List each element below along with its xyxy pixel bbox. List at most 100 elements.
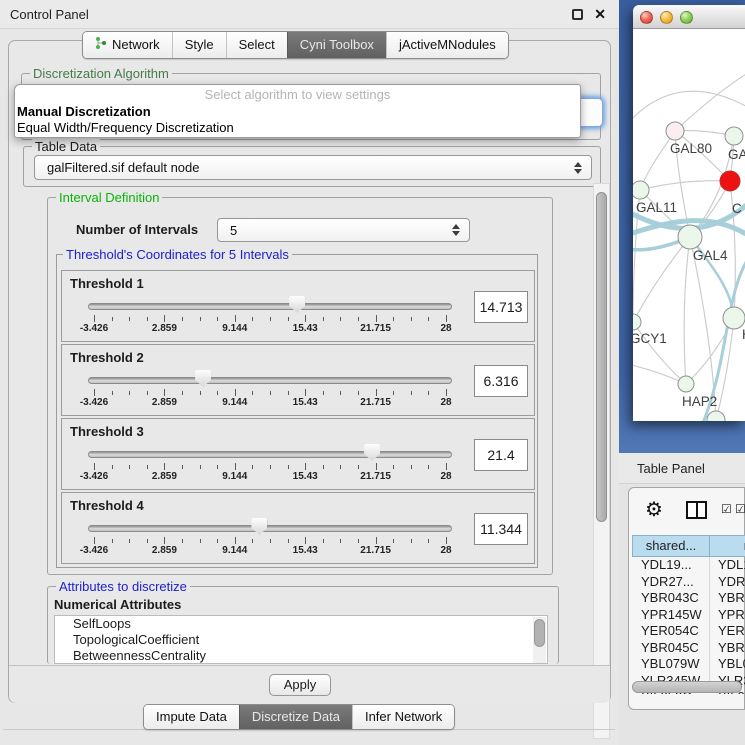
slider-tick: [147, 465, 148, 469]
slider-tick: [411, 539, 412, 543]
panel-scrollbar: [593, 183, 610, 739]
threshold-value-field[interactable]: 14.713: [474, 291, 528, 323]
attributes-scrollbar-thumb[interactable]: [534, 619, 545, 647]
slider-thumb[interactable]: [195, 370, 211, 387]
tab-jactivemnodules[interactable]: jActiveMNodules: [386, 32, 508, 58]
network-node-gal80[interactable]: [666, 122, 684, 140]
threshold-value-field[interactable]: 6.316: [474, 365, 528, 397]
checkbox-icon[interactable]: ☑: [735, 502, 745, 516]
apply-button[interactable]: Apply: [269, 674, 331, 696]
slider-thumb[interactable]: [364, 444, 380, 461]
cell-name: YBL0: [718, 656, 745, 671]
close-traffic-light-icon[interactable]: [640, 11, 653, 24]
algorithm-option-manual-discretization[interactable]: Manual Discretization: [15, 104, 580, 120]
slider-tick: [358, 539, 359, 543]
slider-tick: [411, 391, 412, 395]
gear-icon[interactable]: ⚙: [645, 497, 663, 522]
slider-tick: [270, 539, 271, 543]
cell-shared-name: YBR045C: [641, 640, 699, 655]
slider-tick: [323, 465, 324, 469]
slider-tick: [164, 389, 165, 396]
slider-track[interactable]: [88, 377, 452, 384]
threshold-label: Threshold 3: [70, 424, 144, 439]
tab-style[interactable]: Style: [172, 32, 226, 58]
tick-label: 9.144: [222, 471, 247, 482]
tab-network[interactable]: Network: [83, 32, 172, 58]
bottom-tabs: Impute DataDiscretize Data Infer Network: [143, 704, 455, 730]
slider-tick: [94, 389, 95, 396]
tab-cyni-toolbox[interactable]: Cyni Toolbox: [287, 32, 386, 58]
slider-tick: [288, 539, 289, 543]
slider-tick: [164, 315, 165, 322]
tick-label: 28: [440, 397, 451, 408]
column-header-name[interactable]: na: [709, 535, 745, 557]
slider-tick: [393, 539, 394, 543]
slider-tick: [358, 317, 359, 321]
slider-tick: [323, 317, 324, 321]
slider-track[interactable]: [88, 303, 452, 310]
cell-shared-name: YER054C: [641, 623, 699, 638]
slider-tick: [411, 317, 412, 321]
network-graph: GAL80GACGAL11GAL4GCY1HHAP2: [633, 29, 745, 421]
slider-tick: [235, 315, 236, 322]
table-row[interactable]: YBL079WYBL0: [632, 656, 745, 673]
table-row[interactable]: YDR27...YDR2: [632, 574, 745, 591]
table-data-select[interactable]: galFiltered.sif default node: [34, 155, 592, 180]
zoom-traffic-light-icon[interactable]: [680, 11, 693, 24]
slider-track[interactable]: [88, 525, 452, 532]
threshold-value-field[interactable]: 21.4: [474, 439, 528, 471]
threshold-value-field[interactable]: 11.344: [474, 513, 528, 545]
float-window-icon[interactable]: [572, 9, 583, 20]
attribute-item-topologicalcoefficient[interactable]: TopologicalCoefficient: [55, 632, 547, 648]
attribute-item-betweennesscentrality[interactable]: BetweennessCentrality: [55, 648, 547, 664]
bottom-tab-infer-network[interactable]: Infer Network: [352, 705, 454, 729]
tab-select[interactable]: Select: [226, 32, 287, 58]
column-header-shared-name[interactable]: shared...: [632, 535, 710, 557]
tick-label: 15.43: [293, 323, 318, 334]
slider-tick: [112, 391, 113, 395]
node-label-gal80: GAL80: [670, 141, 712, 156]
table-row[interactable]: YER054CYER0: [632, 623, 745, 640]
slider-thumb[interactable]: [289, 296, 305, 313]
table-row[interactable]: YBR043CYBR0: [632, 590, 745, 607]
bottom-tab-discretize-data[interactable]: Discretize Data: [239, 705, 352, 729]
slider-thumb[interactable]: [251, 518, 267, 535]
slider-tick: [428, 391, 429, 395]
close-icon[interactable]: ✕: [594, 6, 606, 23]
slider-track[interactable]: [88, 451, 452, 458]
table-row[interactable]: YBR045C YBR0: [632, 640, 745, 657]
slider-tick: [270, 317, 271, 321]
bottom-tab-impute-data[interactable]: Impute Data: [144, 705, 239, 729]
table-row[interactable]: YPR145WYPR1: [632, 607, 745, 624]
group-title: Discretization Algorithm: [30, 66, 172, 81]
algorithm-option-equal-width-frequency-discretization[interactable]: Equal Width/Frequency Discretization: [15, 120, 580, 136]
cell-name: YBR0: [718, 640, 745, 655]
network-node-hap2[interactable]: [678, 376, 694, 392]
split-view-icon[interactable]: [686, 501, 707, 519]
minimize-traffic-light-icon[interactable]: [660, 11, 673, 24]
network-icon: [95, 36, 107, 53]
network-node[interactable]: [707, 411, 725, 421]
network-canvas[interactable]: GAL80GACGAL11GAL4GCY1HHAP2: [633, 29, 745, 421]
network-node-gcy1[interactable]: [633, 314, 641, 330]
network-node-gal11[interactable]: [633, 181, 649, 199]
table-data-value: galFiltered.sif default node: [47, 160, 199, 175]
table-hscroll-thumb[interactable]: [632, 681, 742, 693]
checkbox-icon[interactable]: ☑: [721, 502, 732, 516]
network-node-ga[interactable]: [725, 127, 743, 145]
number-of-intervals-select[interactable]: 5: [217, 218, 470, 242]
panel-scrollbar-thumb[interactable]: [596, 192, 607, 522]
tab-label: Infer Network: [365, 709, 442, 724]
table-row[interactable]: YDL19...YDL1: [632, 557, 745, 574]
attribute-item-selfloops[interactable]: SelfLoops: [55, 616, 547, 632]
slider-tick: [235, 389, 236, 396]
slider-tick: [288, 317, 289, 321]
slider-tick: [340, 391, 341, 395]
slider-tick: [129, 539, 130, 543]
slider-tick: [446, 537, 447, 544]
network-node-c[interactable]: [720, 171, 740, 191]
table-toolbar: ⚙ ☑ ☑: [629, 488, 744, 533]
network-node-gal4[interactable]: [678, 225, 702, 249]
slider-tick: [446, 389, 447, 396]
network-node-h[interactable]: [723, 307, 745, 329]
